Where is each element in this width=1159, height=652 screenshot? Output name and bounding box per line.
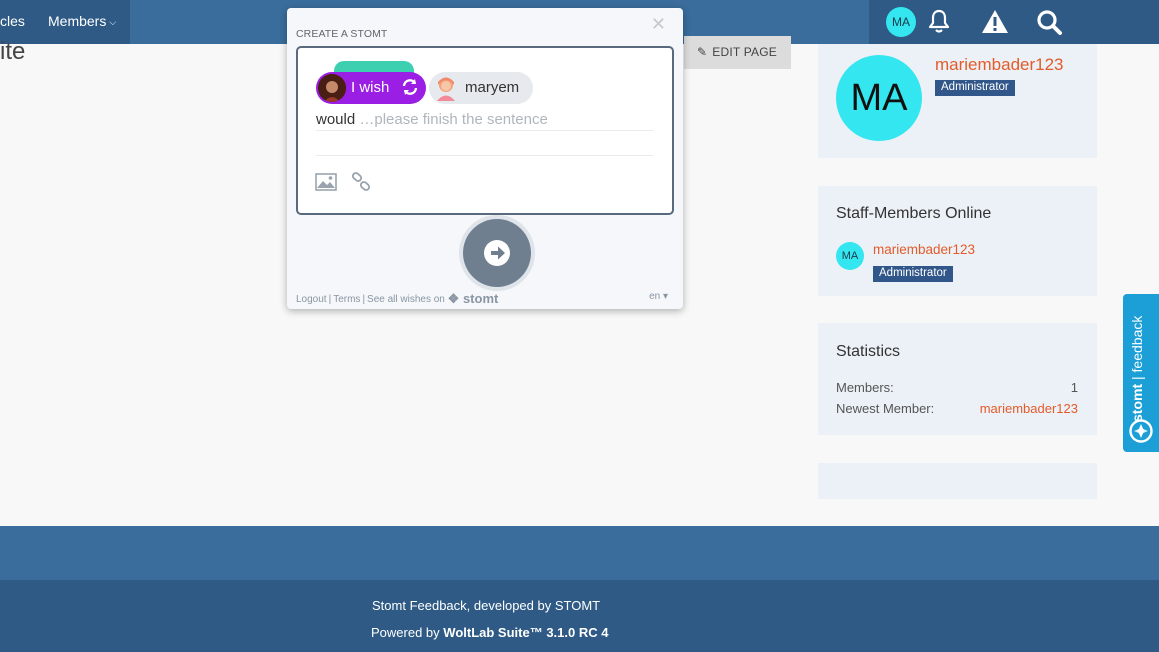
stat-newest-row: Newest Member: mariembader123 [836, 401, 1078, 416]
logout-link[interactable]: Logout [296, 294, 327, 305]
stomt-logo-icon [1129, 419, 1153, 443]
footer-top-band [0, 526, 1159, 580]
stomt-tab-label: feedback [1129, 315, 1145, 373]
stomt-tab-text: stomt | feedback [1129, 316, 1145, 422]
stomt-brand-label: stomt [462, 291, 499, 306]
refresh-icon [402, 79, 418, 95]
footer-powered-by: Powered by WoltLab Suite™ 3.1.0 RC 4 [371, 625, 608, 640]
chevron-down-icon: ⌵ [109, 17, 117, 27]
staff-member-link[interactable]: mariembader123 [873, 242, 975, 257]
widget-title: CREATE A STOMT [296, 28, 388, 40]
empty-sidebar-box [818, 463, 1097, 499]
nav-articles-item[interactable]: cles [0, 0, 25, 44]
widget-footer: Logout | Terms | See all wishes on ❖ stomt [296, 291, 498, 307]
stat-members-label: Members: [836, 380, 894, 395]
footer-separator: | [362, 294, 366, 305]
stomt-tab-brand: stomt [1129, 383, 1145, 422]
stat-members-row: Members: 1 [836, 380, 1078, 395]
stomt-compose-box: I wish maryem would …please finish the s… [296, 46, 674, 287]
link-icon[interactable] [351, 172, 371, 192]
wish-like-toggle[interactable]: I wish [316, 72, 426, 104]
user-panel: MA [869, 0, 1159, 44]
terms-link[interactable]: Terms [333, 294, 360, 305]
target-avatar-icon [437, 77, 455, 101]
compose-divider [316, 130, 653, 131]
profile-username-link[interactable]: mariembader123 [935, 55, 1064, 75]
nav-members-label: Members [48, 13, 107, 29]
footer-credits: Stomt Feedback, developed by STOMT [372, 598, 601, 613]
stomt-tab-separator: | [1129, 372, 1145, 380]
close-icon[interactable]: ✕ [651, 14, 666, 35]
profile-avatar[interactable]: MA [836, 55, 922, 141]
bell-icon[interactable] [925, 8, 953, 36]
see-all-wishes-link[interactable]: See all wishes on [367, 294, 445, 305]
staff-online-title: Staff-Members Online [836, 205, 992, 222]
powered-by-prefix: Powered by [371, 625, 440, 640]
stomt-text-prefix: would [316, 111, 356, 128]
wish-label: I wish [351, 79, 390, 96]
create-stomt-widget: CREATE A STOMT ✕ I wish maryem would …pl… [287, 8, 683, 309]
search-icon[interactable] [1035, 8, 1063, 36]
stomt-placeholder: …please finish the sentence [359, 111, 548, 128]
staff-member-avatar[interactable]: MA [836, 242, 864, 270]
edit-page-button[interactable]: ✎ EDIT PAGE [684, 36, 791, 69]
role-badge-label: Administrator [935, 80, 1015, 96]
role-badge-label: Administrator [873, 266, 953, 282]
image-icon[interactable] [315, 173, 337, 191]
statistics-title: Statistics [836, 343, 901, 360]
target-selector[interactable]: maryem [429, 72, 533, 104]
chevron-down-icon: ▾ [662, 291, 668, 302]
arrow-right-icon [484, 240, 510, 266]
stat-members-value: 1 [1070, 380, 1078, 395]
stat-newest-label: Newest Member: [836, 401, 935, 416]
target-name: maryem [465, 79, 520, 96]
staff-online-box: Staff-Members Online MA mariembader123 A… [818, 186, 1097, 296]
footer: Stomt Feedback, developed by STOMT Power… [0, 580, 1159, 652]
edit-page-label: EDIT PAGE [712, 45, 777, 59]
footer-separator: | [328, 294, 332, 305]
compose-divider [316, 155, 653, 156]
profile-box: MA mariembader123 Administrator [818, 44, 1097, 158]
woltlab-link[interactable]: WoltLab Suite™ 3.1.0 RC 4 [443, 625, 608, 640]
language-select[interactable]: en ▾ [649, 291, 668, 302]
stomt-feedback-tab[interactable]: stomt | feedback [1123, 294, 1159, 452]
stomt-text-input[interactable]: would …please finish the sentence [316, 111, 548, 128]
stat-newest-member-link[interactable]: mariembader123 [980, 401, 1078, 416]
user-avatar[interactable]: MA [886, 7, 916, 37]
profile-role-badge: Administrator [935, 77, 1015, 96]
language-value: en [649, 291, 661, 302]
staff-member-role-badge: Administrator [873, 263, 953, 282]
submit-stomt-button[interactable] [463, 219, 531, 287]
pencil-icon: ✎ [697, 45, 708, 59]
author-avatar [318, 74, 346, 102]
stomt-brand-logo[interactable]: ❖ stomt [448, 291, 499, 306]
statistics-box: Statistics Members: 1 Newest Member: mar… [818, 323, 1097, 435]
warning-icon[interactable] [981, 8, 1009, 36]
